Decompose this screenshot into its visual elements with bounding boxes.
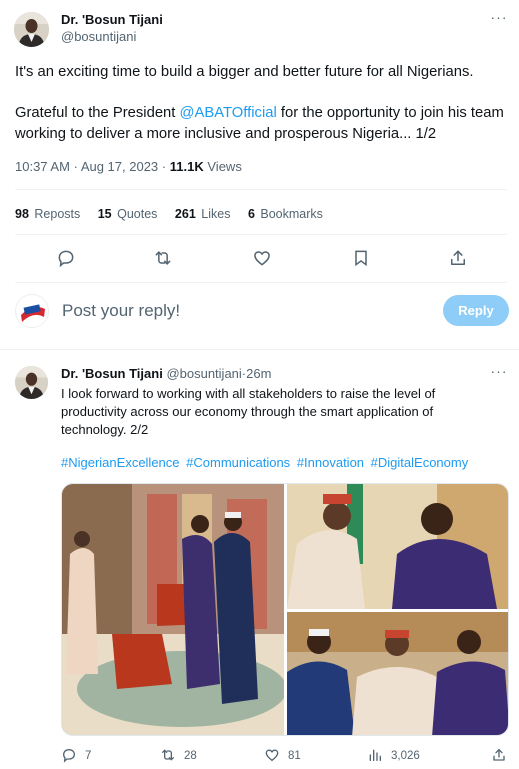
- tweet-paragraph-1: It's an exciting time to build a bigger …: [15, 64, 474, 80]
- like-action[interactable]: 81: [264, 747, 301, 765]
- views-label: Views: [207, 159, 242, 174]
- tweet-meta: 10:37 AM · Aug 17, 2023 · 11.1K Views: [15, 158, 242, 176]
- author-name[interactable]: Dr. 'Bosun Tijani: [61, 12, 163, 28]
- thread-tweet-header: Dr. 'Bosun Tijani @bosuntijani·26m: [61, 366, 271, 382]
- repost-count: 28: [184, 750, 197, 762]
- reply-input[interactable]: Post your reply!: [62, 300, 180, 322]
- photo-group[interactable]: [287, 612, 508, 735]
- author-handle[interactable]: @bosuntijani: [166, 366, 241, 381]
- reply-icon: [62, 748, 76, 763]
- share-icon: [493, 748, 505, 761]
- reply-icon[interactable]: [56, 248, 78, 270]
- stat-label: Quotes: [117, 207, 158, 221]
- stat-count: 261: [174, 207, 196, 221]
- meta-separator: ·: [73, 159, 78, 174]
- tweet-actions: [0, 248, 519, 270]
- author-name[interactable]: Dr. 'Bosun Tijani: [61, 366, 163, 381]
- divider: [15, 234, 507, 235]
- author-row: Dr. 'Bosun Tijani @bosuntijani ···: [14, 10, 509, 48]
- section-divider: [0, 349, 519, 350]
- views-icon: [369, 749, 381, 761]
- divider: [15, 189, 507, 190]
- share-action[interactable]: [491, 747, 515, 765]
- stat-quotes[interactable]: 15 Quotes: [98, 205, 158, 223]
- repost-icon: [162, 749, 174, 761]
- mention-link[interactable]: @ABATOfficial: [180, 105, 277, 121]
- author-handle[interactable]: @bosuntijani: [61, 29, 136, 45]
- photo-meeting-room[interactable]: [62, 484, 284, 735]
- more-options-icon[interactable]: ···: [489, 10, 509, 26]
- stat-count: 6: [247, 207, 255, 221]
- reply-action[interactable]: 7: [61, 747, 91, 765]
- repost-icon[interactable]: [153, 248, 175, 270]
- stat-label: Likes: [201, 207, 231, 221]
- repost-action[interactable]: 28: [160, 747, 197, 765]
- tweet-date[interactable]: Aug 17, 2023: [81, 159, 158, 174]
- hashtag-link[interactable]: #DigitalEconomy: [371, 455, 469, 470]
- tweet-paragraph-2: Grateful to the President @ABATOfficial …: [15, 103, 505, 145]
- stat-label: Bookmarks: [260, 207, 323, 221]
- stat-count: 98: [15, 207, 29, 221]
- photo-handshake[interactable]: [287, 484, 508, 609]
- views-count: 11.1K: [169, 159, 204, 174]
- stat-bookmarks[interactable]: 6 Bookmarks: [248, 205, 323, 223]
- views-action[interactable]: 3,026: [367, 747, 420, 765]
- more-options-icon[interactable]: ···: [489, 364, 509, 378]
- thread-tweet-actions: 7 28 81 3,026: [61, 747, 509, 767]
- like-icon: [265, 749, 279, 762]
- stat-label: Reposts: [34, 207, 81, 221]
- hashtags: #NigerianExcellence #Communications #Inn…: [61, 454, 471, 472]
- engagement-stats: 98 Reposts 15 Quotes 261 Likes 6 Bookmar…: [15, 205, 337, 223]
- like-count: 81: [288, 750, 301, 762]
- tweet-text: I look forward to working with all stake…: [61, 386, 436, 437]
- hashtag-link[interactable]: #Innovation: [297, 455, 364, 470]
- share-icon[interactable]: [448, 248, 470, 270]
- tweet-text-part: Grateful to the President: [15, 105, 180, 121]
- reply-button[interactable]: Reply: [443, 295, 509, 326]
- divider: [15, 282, 507, 283]
- views-count: 3,026: [391, 750, 420, 762]
- stat-reposts[interactable]: 98 Reposts: [15, 205, 80, 223]
- hashtag-link[interactable]: #NigerianExcellence: [61, 455, 180, 470]
- current-user-avatar[interactable]: [15, 294, 49, 328]
- tweet-time[interactable]: 10:37 AM: [15, 159, 70, 174]
- reply-count: 7: [85, 750, 92, 762]
- bookmark-icon[interactable]: [351, 248, 373, 270]
- meta-separator: ·: [161, 159, 167, 174]
- reply-composer: Post your reply! Reply: [0, 290, 519, 334]
- author-avatar[interactable]: [15, 366, 48, 399]
- like-icon[interactable]: [252, 248, 274, 270]
- stat-likes[interactable]: 261 Likes: [175, 205, 231, 223]
- stat-count: 15: [97, 207, 112, 221]
- tweet-text: It's an exciting time to build a bigger …: [15, 62, 505, 145]
- hashtag-link[interactable]: #Communications: [186, 455, 290, 470]
- tweet-time-ago[interactable]: 26m: [246, 366, 271, 381]
- author-avatar[interactable]: [14, 12, 49, 47]
- media-grid: [61, 483, 509, 736]
